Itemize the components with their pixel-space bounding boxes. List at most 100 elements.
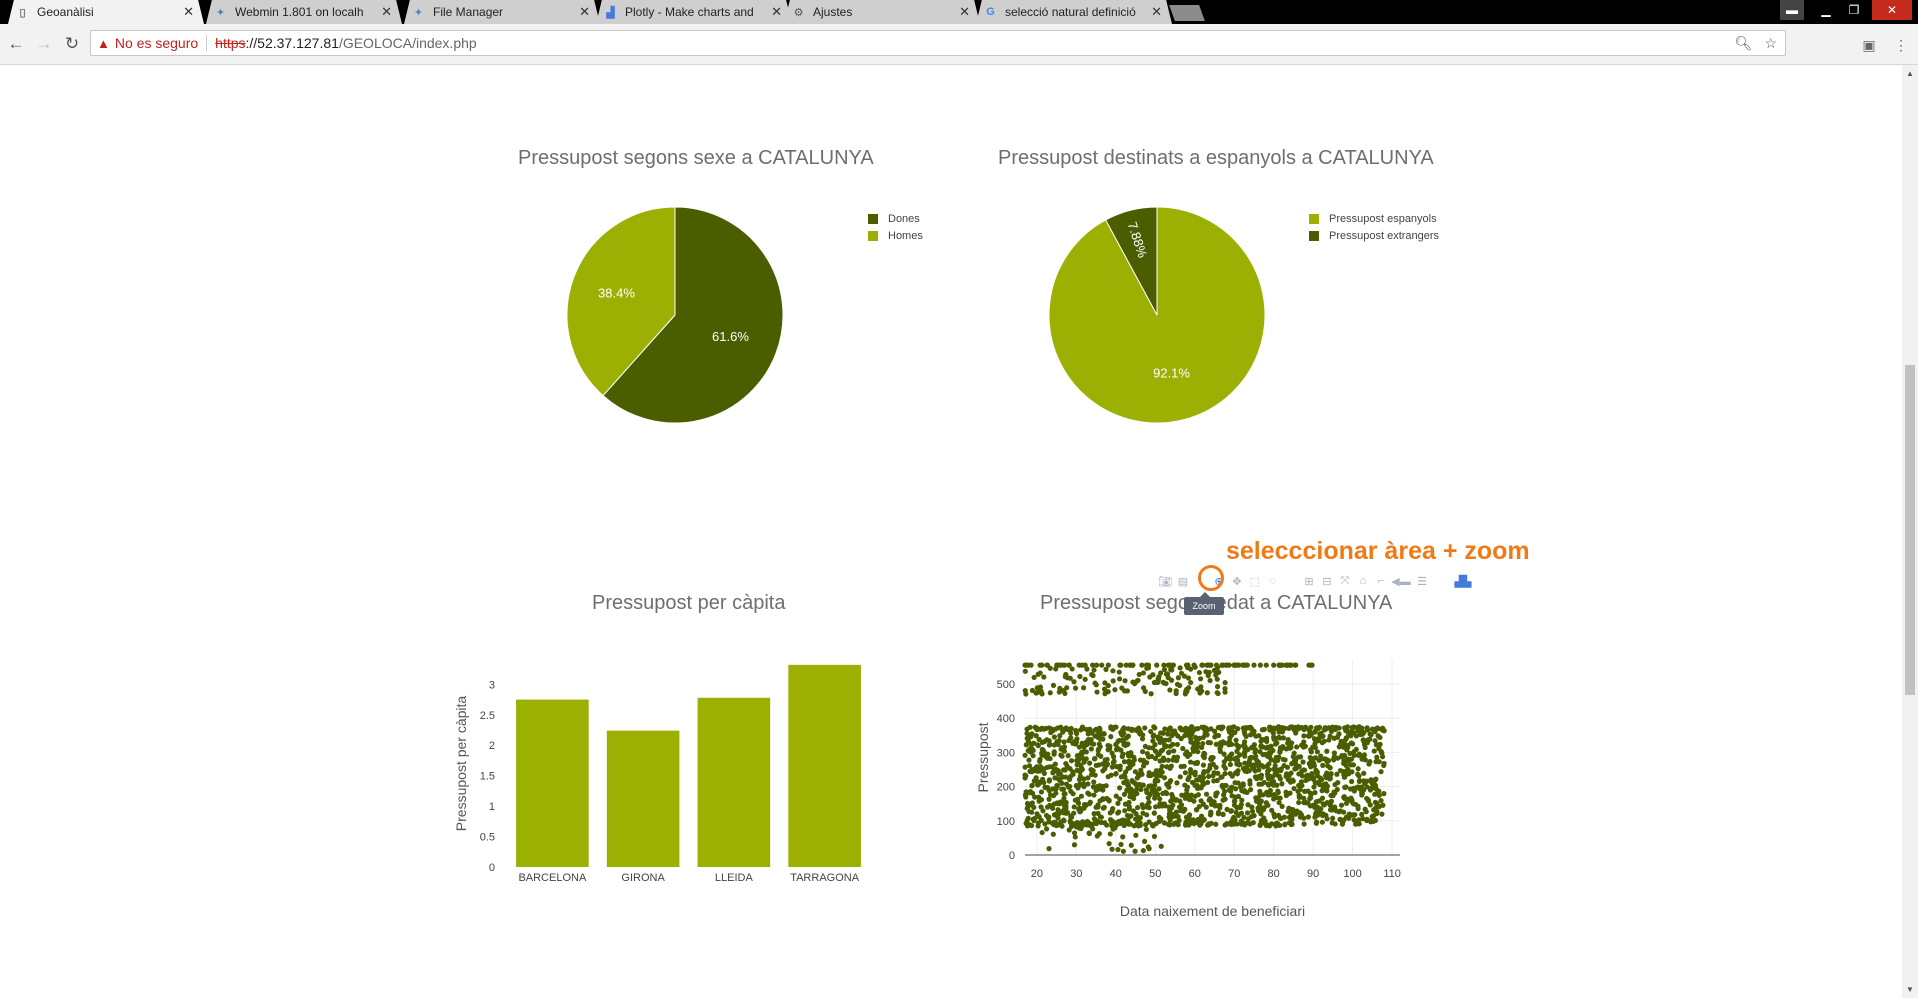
tab-webmin[interactable]: ✦ Webmin 1.801 on localh ✕ (206, 0, 402, 24)
scatter-point (1184, 784, 1191, 790)
scatter-point (1166, 779, 1173, 786)
tab-ajustes[interactable]: ⚙ Ajustes ✕ (784, 0, 980, 24)
legend-item-extrangers[interactable]: Pressupost extrangers (1309, 227, 1439, 244)
close-icon[interactable]: ✕ (183, 4, 194, 20)
legend-item-espanyols[interactable]: Pressupost espanyols (1309, 210, 1439, 227)
page-scrollbar[interactable]: ▲ ▼ (1902, 65, 1918, 998)
pan-icon[interactable]: ✥ (1230, 574, 1244, 588)
scatter-point (1107, 810, 1113, 816)
box-select-icon[interactable]: ⬚ (1248, 574, 1262, 588)
scatter-point (1085, 775, 1091, 781)
scatter-point (1185, 776, 1191, 783)
scroll-up-icon[interactable]: ▲ (1906, 69, 1914, 78)
scatter-point (1371, 748, 1377, 754)
minimize-icon[interactable]: ▁ (1814, 0, 1838, 20)
address-bar[interactable]: ▲ No es seguro https://52.37.127.81/GEOL… (90, 30, 1786, 56)
scatter-point (1203, 791, 1210, 797)
camera-icon[interactable]: 📷︎ (1158, 574, 1172, 588)
hover-compare-icon[interactable]: ☰ (1414, 574, 1430, 588)
tab-geoanalisi[interactable]: ▯ Geoanàlisi ✕ (8, 0, 204, 24)
x-tick-label: 80 (1268, 868, 1280, 880)
pie-chart-nationality[interactable]: 92.1%7.88% (1042, 200, 1272, 430)
scatter-point (1188, 739, 1194, 745)
scatter-point (1046, 846, 1052, 852)
reload-icon[interactable]: ↻ (60, 32, 84, 56)
profile-icon[interactable]: ▬ (1780, 0, 1804, 20)
close-icon[interactable]: ✕ (381, 4, 392, 20)
scatter-point (1117, 662, 1123, 668)
bookmark-star-icon[interactable]: ☆ (1764, 35, 1777, 52)
bar-chart-capita[interactable]: 0 0.5 1 1.5 2 2.5 3 BARCELONA GIRONA LLEIDA TARRAG… (445, 650, 875, 890)
close-window-icon[interactable]: ✕ (1872, 0, 1912, 20)
scatter-point (1085, 731, 1091, 737)
extension-icon[interactable]: ▣ (1860, 36, 1878, 54)
scatter-point (1372, 817, 1378, 824)
scatter-point (1151, 679, 1158, 686)
close-icon[interactable]: ✕ (959, 4, 970, 20)
scatter-point (1301, 821, 1307, 827)
scatter-point (1098, 819, 1104, 826)
save-icon[interactable]: ▤ (1176, 574, 1190, 588)
scroll-down-icon[interactable]: ▼ (1906, 985, 1914, 994)
scatter-point (1079, 766, 1085, 772)
scatter-point (1177, 682, 1183, 689)
restore-icon[interactable]: ❐ (1842, 0, 1866, 20)
zoom-icon[interactable]: 🔍︎ (1735, 35, 1753, 52)
scatter-point (1072, 740, 1078, 746)
scatter-point (1031, 767, 1038, 774)
hover-closest-icon[interactable]: ◀▬ (1391, 574, 1410, 588)
scatter-point (1331, 735, 1337, 741)
menu-icon[interactable]: ⋮ (1892, 36, 1910, 54)
legend-item-dones[interactable]: Dones (868, 210, 923, 227)
tab-google[interactable]: G selecció natural definició ✕ (976, 0, 1172, 24)
scatter-point (1050, 682, 1057, 688)
scatter-point (1145, 754, 1152, 760)
forward-icon[interactable]: → (32, 32, 56, 56)
spike-lines-icon[interactable]: ⌐ (1374, 574, 1388, 588)
scatter-point (1206, 773, 1212, 780)
security-status[interactable]: No es seguro (115, 35, 198, 51)
scatter-point (1165, 675, 1171, 681)
scatter-point (1328, 792, 1334, 799)
scatter-point (1259, 727, 1265, 733)
scatter-point (1197, 690, 1203, 696)
new-tab-button[interactable] (1169, 5, 1205, 21)
scatter-point (1090, 784, 1097, 790)
scatter-point (1138, 770, 1145, 777)
scatter-point (1328, 771, 1334, 777)
scatter-point (1359, 753, 1365, 759)
scatter-point (1109, 764, 1115, 770)
scatter-point (1187, 751, 1193, 758)
scatter-point (1152, 782, 1158, 788)
scatter-chart-age[interactable]: 20 30 40 50 60 70 80 90 100 110 0 100 200 300 400 500 Da… (965, 640, 1410, 930)
reset-axes-icon[interactable]: ⌂ (1356, 574, 1370, 588)
autoscale-icon[interactable]: ⤧ (1338, 574, 1352, 588)
zoom-in-icon[interactable]: ⊞ (1302, 574, 1316, 588)
x-tick-label: 70 (1228, 868, 1240, 880)
legend-swatch (868, 230, 878, 241)
scatter-point (1358, 729, 1364, 735)
scatter-point (1221, 759, 1227, 765)
scatter-point (1314, 749, 1321, 755)
lasso-select-icon[interactable]: ◌ (1266, 574, 1280, 588)
scatter-point (1203, 730, 1209, 737)
tab-file-manager[interactable]: ✦ File Manager ✕ (404, 0, 600, 24)
scatter-point (1178, 808, 1184, 814)
pie-chart-sex[interactable]: 61.6% 38.4% (560, 200, 790, 430)
tab-plotly[interactable]: ▟ Plotly - Make charts and ✕ (596, 0, 792, 24)
scatter-point (1184, 791, 1190, 797)
legend-item-homes[interactable]: Homes (868, 227, 923, 244)
back-icon[interactable]: ← (4, 32, 28, 56)
scroll-thumb[interactable] (1905, 365, 1915, 695)
scatter-point (1275, 789, 1281, 796)
close-icon[interactable]: ✕ (1151, 4, 1162, 20)
close-icon[interactable]: ✕ (771, 4, 782, 20)
scatter-point (1265, 775, 1272, 782)
scatter-point (1119, 731, 1125, 737)
plotly-logo-icon[interactable]: ▟▙ (1452, 574, 1474, 588)
close-icon[interactable]: ✕ (579, 4, 590, 20)
zoom-out-icon[interactable]: ⊟ (1320, 574, 1334, 588)
scatter-point (1270, 747, 1276, 754)
scatter-point (1331, 750, 1337, 756)
